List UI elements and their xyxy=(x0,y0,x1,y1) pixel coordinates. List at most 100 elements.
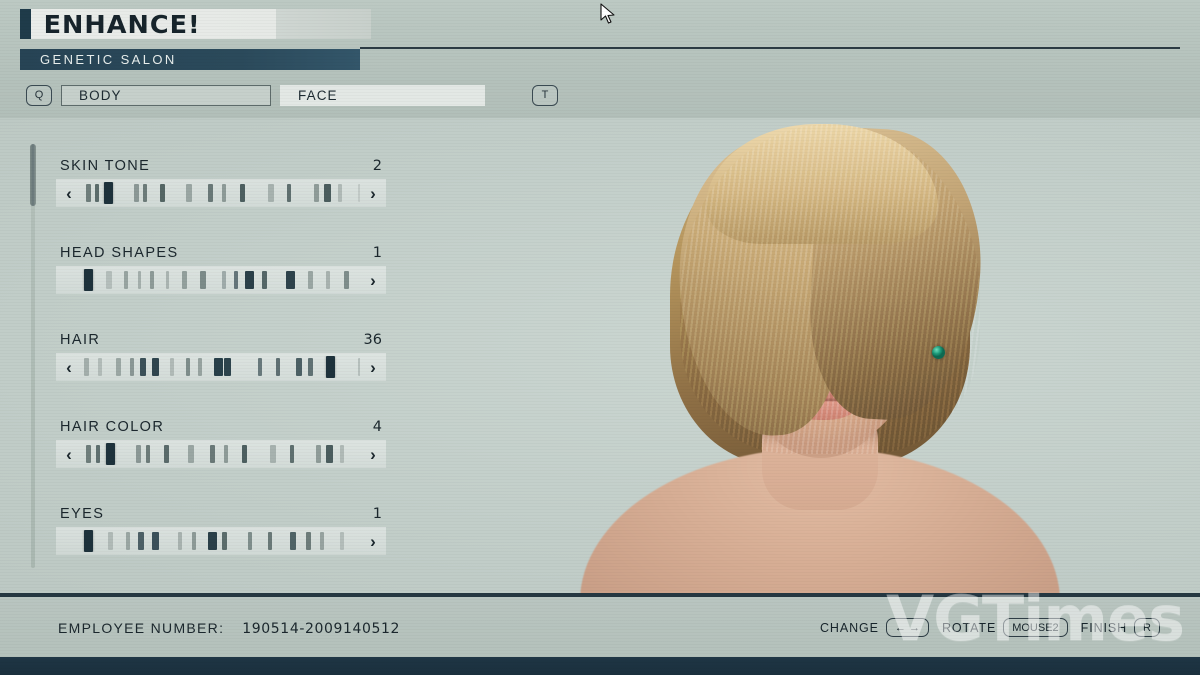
slider-tick xyxy=(340,532,344,550)
slider-tick xyxy=(340,445,344,463)
slider-tick xyxy=(166,271,169,289)
slider-tick xyxy=(138,532,144,550)
chevron-right-icon[interactable]: › xyxy=(360,272,386,289)
slider-track[interactable]: ‹› xyxy=(56,179,386,207)
slider-tick-marks xyxy=(82,269,360,291)
section-title-bar: GENETIC SALON xyxy=(20,49,360,70)
key-hint-prev-tab[interactable]: Q xyxy=(26,84,52,106)
slider-tick xyxy=(326,445,333,463)
hint-finish-label: FINISH xyxy=(1080,620,1128,635)
slider-tick xyxy=(224,445,228,463)
hint-rotate-label: ROTATE xyxy=(941,620,997,635)
chevron-right-icon[interactable]: › xyxy=(360,533,386,550)
slider-header: HAIR COLOR 4 xyxy=(56,419,386,435)
slider-tick xyxy=(222,532,227,550)
slider-tick xyxy=(208,184,213,202)
slider-tick xyxy=(86,445,91,463)
employee-number: EMPLOYEE NUMBER: 190514-2009140512 xyxy=(58,620,400,637)
slider-tick xyxy=(200,271,206,289)
slider-eyes[interactable]: EYES 1 ‹› xyxy=(56,506,386,555)
character-earring xyxy=(932,346,945,359)
slider-tick xyxy=(210,445,215,463)
slider-tick xyxy=(140,358,146,376)
slider-tick-marks xyxy=(82,530,360,552)
slider-tick xyxy=(96,445,100,463)
slider-value: 1 xyxy=(372,506,382,522)
chevron-left-icon[interactable]: ‹ xyxy=(56,359,82,376)
slider-tick-selected xyxy=(106,443,115,465)
slider-tick xyxy=(178,532,182,550)
tab-face[interactable]: FACE xyxy=(280,84,485,106)
slider-hair[interactable]: HAIR 36 ‹ › xyxy=(56,332,386,381)
slider-track[interactable]: ‹› xyxy=(56,353,386,381)
slider-tick xyxy=(98,358,102,376)
hint-change[interactable]: CHANGE ← → xyxy=(820,618,929,637)
slider-tick xyxy=(152,532,159,550)
slider-tick xyxy=(222,271,226,289)
slider-value: 36 xyxy=(363,332,382,348)
slider-tick xyxy=(276,358,280,376)
panel-scrollbar-thumb[interactable] xyxy=(30,144,36,206)
panel-scrollbar-track[interactable] xyxy=(31,144,35,568)
tab-bar: Q BODY FACE T xyxy=(26,84,558,106)
slider-track[interactable]: ‹› xyxy=(56,266,386,294)
arrow-keys-icon[interactable]: ← → xyxy=(885,618,929,637)
key-hint-next-tab[interactable]: T xyxy=(532,84,558,106)
slider-tick xyxy=(106,271,112,289)
game-screen: ENHANCE! GENETIC SALON Q BODY FACE T SKI… xyxy=(0,0,1200,675)
slider-hair-color[interactable]: HAIR COLOR 4 ‹ › xyxy=(56,419,386,468)
slider-tick xyxy=(136,445,141,463)
slider-tick xyxy=(146,445,150,463)
slider-tick-selected xyxy=(104,182,113,204)
slider-tick xyxy=(258,358,262,376)
chevron-right-icon[interactable]: › xyxy=(360,446,386,463)
slider-tick xyxy=(84,358,89,376)
chevron-right-icon[interactable]: › xyxy=(360,185,386,202)
slider-value: 2 xyxy=(372,158,382,174)
slider-tick xyxy=(308,271,313,289)
slider-tick xyxy=(338,184,342,202)
slider-tick xyxy=(164,445,169,463)
mouse-cursor-icon xyxy=(600,3,615,24)
customization-panel: SKIN TONE2‹›HEAD SHAPES1‹›HAIR36‹›HAIR C… xyxy=(26,140,386,570)
logo-plate: ENHANCE! xyxy=(31,9,371,39)
slider-tick xyxy=(150,271,154,289)
employee-number-value: 190514-2009140512 xyxy=(242,621,401,637)
slider-tick xyxy=(126,532,130,550)
slider-tick xyxy=(308,358,313,376)
slider-tick xyxy=(95,184,99,202)
tab-body[interactable]: BODY xyxy=(61,84,271,106)
slider-track[interactable]: ‹› xyxy=(56,527,386,555)
slider-tick xyxy=(240,184,245,202)
slider-label: SKIN TONE xyxy=(60,158,151,174)
slider-tick xyxy=(186,184,192,202)
slider-tick xyxy=(324,184,331,202)
slider-tick xyxy=(160,184,165,202)
r-key-icon[interactable]: R xyxy=(1134,618,1160,637)
slider-value: 1 xyxy=(372,245,382,261)
hint-finish[interactable]: FINISH R xyxy=(1081,618,1160,637)
slider-tick xyxy=(287,184,291,202)
slider-tick xyxy=(358,184,360,202)
mouse2-key-icon[interactable]: MOUSE2 xyxy=(1003,618,1068,637)
slider-tick xyxy=(358,358,360,376)
chevron-right-icon[interactable]: › xyxy=(360,359,386,376)
slider-head-shapes[interactable]: HEAD SHAPES 1 ‹› xyxy=(56,245,386,294)
slider-tick-marks xyxy=(82,182,360,204)
slider-skin-tone[interactable]: SKIN TONE 2 ‹ › xyxy=(56,158,386,207)
slider-tick-selected xyxy=(326,356,335,378)
slider-tick xyxy=(344,271,349,289)
slider-header: SKIN TONE 2 xyxy=(56,158,386,174)
slider-track[interactable]: ‹› xyxy=(56,440,386,468)
slider-tick xyxy=(314,184,319,202)
slider-tick xyxy=(296,358,302,376)
slider-tick-selected xyxy=(84,269,93,291)
slider-tick-selected xyxy=(84,530,93,552)
character-model[interactable] xyxy=(540,118,1100,593)
header-rule xyxy=(360,47,1180,49)
slider-tick xyxy=(116,358,121,376)
chevron-left-icon[interactable]: ‹ xyxy=(56,446,82,463)
hint-rotate[interactable]: ROTATE MOUSE2 xyxy=(942,618,1068,637)
slider-tick xyxy=(214,358,223,376)
chevron-left-icon[interactable]: ‹ xyxy=(56,185,82,202)
